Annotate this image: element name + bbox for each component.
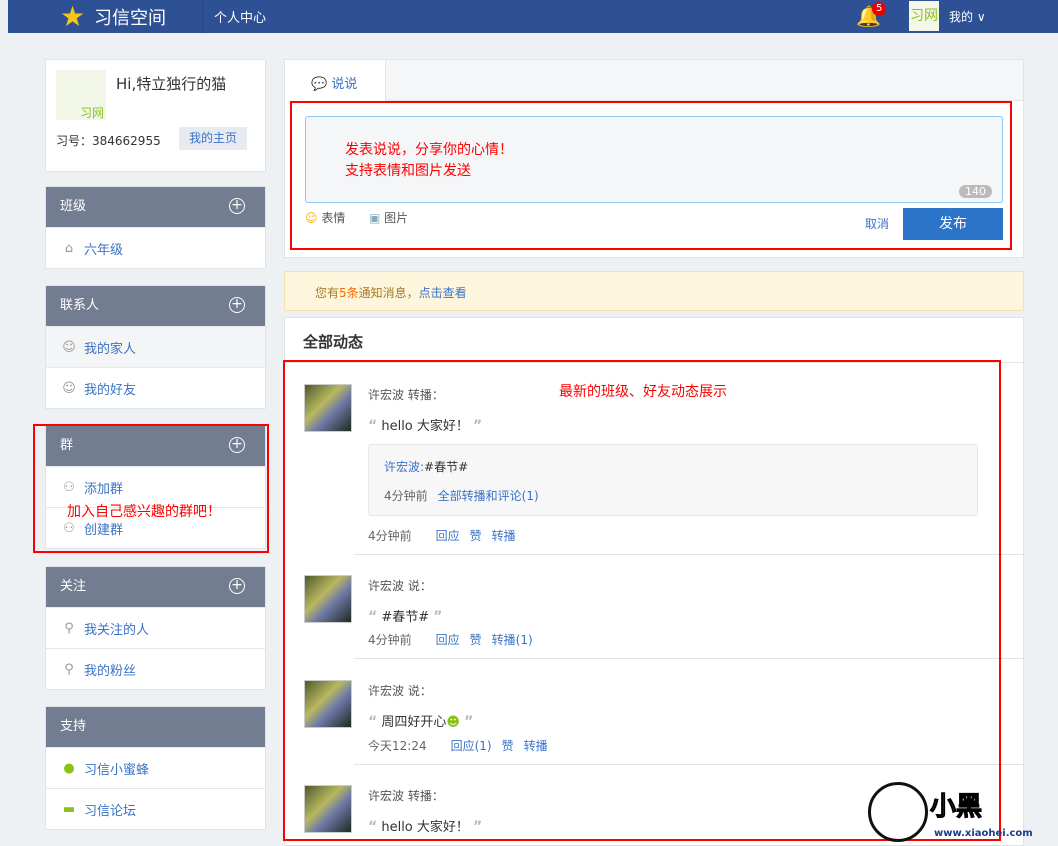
user-id: 习号：384662955 [56, 134, 161, 148]
star-logo-icon: ★ [60, 0, 86, 33]
section-contacts: 联系人 + ☺ 我的家人 ☺ 我的好友 [45, 285, 266, 409]
notification-badge: 5 [872, 2, 887, 16]
item-label: 我的粉丝 [84, 663, 137, 679]
annotation-box [283, 360, 1001, 841]
section-title: 关注 [60, 579, 87, 594]
item-label: 我的好友 [84, 382, 137, 398]
section-follow: 关注 + ⚲ 我关注的人 ⚲ 我的粉丝 [45, 566, 266, 690]
item-label: 习信小蜜蜂 [84, 762, 150, 778]
sidebar-item-following[interactable]: ⚲ 我关注的人 [46, 607, 265, 648]
section-support: 支持 ● 习信小蜜蜂 ▬ 习信论坛 [45, 706, 266, 830]
annotation-text: 加入自己感兴趣的群吧！ [67, 504, 221, 520]
section-class: 班级 + ⌂ 六年级 [45, 186, 266, 269]
add-icon[interactable]: + [229, 297, 245, 313]
item-label: 六年级 [84, 242, 124, 258]
tab-shuoshuo[interactable]: 💬 说说 [285, 60, 386, 102]
profile-card: 习网 Hi,特立独行的猫 习号：384662955 我的主页 [45, 59, 266, 172]
sidebar-item-bee[interactable]: ● 习信小蜜蜂 [46, 747, 265, 788]
item-label: 我关注的人 [84, 622, 150, 638]
add-icon[interactable]: + [229, 198, 245, 214]
logo[interactable]: ★ 习信空间 [60, 2, 166, 32]
top-nav-bar: ★ 习信空间 个人中心 🔔 5 习网 我的 ∨ [8, 0, 1058, 33]
item-label: 我的家人 [84, 341, 137, 357]
annotation-box [33, 424, 269, 553]
sidebar-item-family[interactable]: ☺ 我的家人 [46, 326, 265, 367]
location-icon: ⚲ [64, 661, 74, 677]
view-notices-link[interactable]: 点击查看 [419, 286, 467, 300]
user-icon: ☺ [62, 380, 76, 396]
watermark-logo: 小黑 www.xiaohei.com [868, 782, 1056, 844]
chat-icon: 💬 [311, 77, 328, 92]
sidebar-item-friends[interactable]: ☺ 我的好友 [46, 367, 265, 408]
item-label: 习信论坛 [84, 803, 137, 819]
sidebar-item-forum[interactable]: ▬ 习信论坛 [46, 788, 265, 829]
user-menu[interactable]: 我的 ∨ [949, 8, 986, 25]
avatar[interactable]: 习网 [56, 70, 106, 120]
section-title: 联系人 [60, 298, 100, 313]
home-icon: ⌂ [64, 240, 74, 256]
user-icon: ☺ [62, 339, 76, 355]
section-title: 班级 [60, 199, 87, 214]
bee-icon: ● [63, 760, 75, 776]
notice-bar: 您有5条通知消息，点击查看 [284, 271, 1024, 311]
section-title: 支持 [60, 719, 87, 734]
greeting: Hi,特立独行的猫 [116, 75, 227, 93]
add-icon[interactable]: + [229, 578, 245, 594]
sidebar-item-fans[interactable]: ⚲ 我的粉丝 [46, 648, 265, 689]
nav-personal-center[interactable]: 个人中心 [214, 7, 266, 26]
feed-title: 全部动态 [303, 333, 364, 351]
forum-icon: ▬ [62, 801, 76, 817]
location-icon: ⚲ [64, 620, 74, 636]
annotation-box [290, 101, 1012, 250]
sidebar-item-grade6[interactable]: ⌂ 六年级 [46, 227, 265, 268]
avatar[interactable]: 习网 [909, 1, 939, 31]
my-homepage-button[interactable]: 我的主页 [179, 127, 247, 150]
divider [202, 0, 203, 33]
